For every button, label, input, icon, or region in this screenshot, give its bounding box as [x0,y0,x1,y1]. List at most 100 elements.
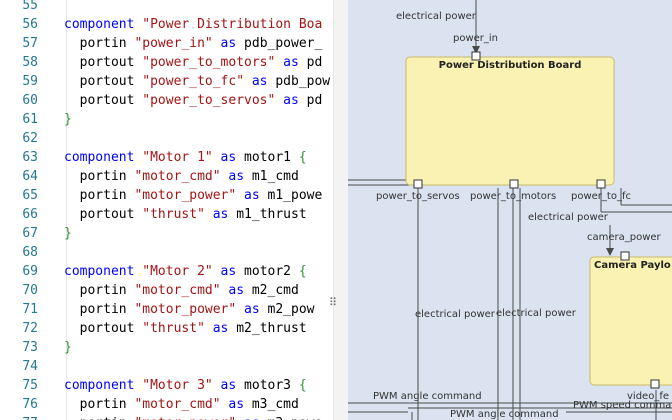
code-line[interactable]: } [64,224,72,243]
edge-label-pwm-angle-2: PWM angle command [450,409,559,420]
code-token: { [298,378,307,393]
code-line[interactable]: portout "power_to_motors" as pd [64,53,323,72]
code-line[interactable]: portin "motor_power" as m2_pow [64,300,315,319]
line-number: 62 [22,131,38,146]
code-token: "thrust" [142,321,205,336]
code-token: { [298,264,307,279]
code-token: "Motor 1" [142,150,213,165]
code-token: m2_cmd [251,283,299,298]
code-token: as [244,74,276,89]
code-line[interactable]: portout "thrust" as m2_thrust [64,319,307,338]
code-token: "motor_power" [134,188,237,203]
line-number: 58 [22,55,38,70]
port-camera-power[interactable] [620,251,630,261]
port-video-feed[interactable] [650,379,660,389]
line-number: 57 [22,36,38,51]
port-label-power-to-fc: power_to_fc [571,191,631,202]
code-token: component [64,264,143,279]
code-line[interactable]: portin "power_in" as pdb_power_ [64,34,323,53]
code-token: "motor_cmd" [134,397,221,412]
line-number: 60 [22,93,38,108]
code-token: motor2 [244,264,299,279]
code-line[interactable]: component "Power Distribution Boa [64,15,322,34]
camera-title: Camera Paylo [594,260,671,271]
code-token: m1_cmd [251,169,299,184]
edge-label-electrical-power-4: electrical power [496,308,577,319]
port-power-to-servos[interactable] [413,179,423,189]
code-line[interactable]: component "Motor 3" as motor3 { [64,376,307,395]
code-line[interactable]: portin "motor_power" as m1_powe [64,186,323,205]
code-token: } [64,112,72,127]
pdb-component-box[interactable] [405,56,615,186]
port-label-power-in: power_in [453,33,498,44]
code-token: as [204,207,237,222]
edge-label-pwm-angle-1: PWM angle command [373,391,482,402]
code-editor[interactable]: 55 56 57 58 59 60 61 62 63 64 65 66 67 68 69 70 71 72 73 74… [0,0,344,420]
code-token: component [64,378,143,393]
camera-component-box[interactable] [589,256,672,386]
code-token: component [64,150,143,165]
splitter-grip-icon[interactable]: ⠿ [328,295,338,311]
code-token: as [212,36,245,51]
code-token: as [236,416,267,420]
code-line[interactable]: portin "motor_cmd" as m3_cmd [64,395,299,414]
port-power-to-fc[interactable] [596,179,606,189]
code-line[interactable]: } [64,338,72,357]
code-token: as [212,378,245,393]
code-token: portin [64,302,135,317]
code-token: "motor_power" [134,302,237,317]
line-number: 67 [22,226,38,241]
port-power-in[interactable] [471,51,481,61]
line-number: 56 [22,17,38,32]
code-token: portin [64,36,135,51]
code-line[interactable]: portin "motor_cmd" as m2_cmd [64,281,299,300]
code-token: "motor_cmd" [134,169,221,184]
code-line[interactable]: } [64,110,72,129]
line-number: 63 [22,150,38,165]
code-token: "Motor 3" [142,378,213,393]
code-token: portin [64,188,135,203]
code-line[interactable]: component "Motor 1" as motor1 { [64,148,307,167]
edge-label-electrical-power: electrical power [396,11,477,22]
code-token: as [212,264,245,279]
pdb-title: Power Distribution Board [439,60,582,71]
line-number: 68 [22,245,38,260]
port-label-power-to-servos: power_to_servos [376,191,460,202]
port-power-to-motors[interactable] [509,179,519,189]
line-number: 74 [22,359,38,374]
code-token: pd [306,55,323,70]
pane-splitter[interactable] [333,0,348,420]
line-number: 77 [0,414,38,420]
code-token: portout [64,321,143,336]
code-token: "thrust" [142,207,205,222]
code-token: "Power Distribution Boa [142,17,323,32]
code-token: m3_powe [268,416,323,420]
code-line[interactable]: portout "power_to_servos" as pd [64,91,323,110]
code-token: "power_to_fc" [142,74,245,89]
diagram-canvas[interactable]: Power Distribution Board Camera Paylo el… [348,0,672,420]
code-token: } [64,226,72,241]
code-token: as [220,169,252,184]
line-number: 59 [22,74,38,89]
code-token: as [212,150,245,165]
code-token: { [298,150,307,165]
code-token: "motor_power" [134,416,236,420]
code-token: portout [64,207,143,222]
code-token: portin [64,416,134,420]
line-number: 73 [22,340,38,355]
code-token: portout [64,74,143,89]
code-line[interactable]: portin "motor_cmd" as m1_cmd [64,167,299,186]
code-line[interactable]: portin "motor_power" as m3_powe [64,414,323,420]
code-token: portout [64,93,143,108]
code-token: m2_pow [267,302,315,317]
line-number: 66 [22,207,38,222]
code-token: m3_cmd [251,397,299,412]
code-area[interactable]: component "Power Distribution Boa portin… [64,0,336,420]
line-number: 75 [22,378,38,393]
code-line[interactable]: portout "power_to_fc" as pdb_pow [64,72,331,91]
code-token: as [220,397,252,412]
line-number-gutter: 55 56 57 58 59 60 61 62 63 64 65 66 67 68 69 70 71 72 73 74… [0,0,48,420]
code-token: pdb_power_ [244,36,323,51]
code-line[interactable]: component "Motor 2" as motor2 { [64,262,307,281]
code-line[interactable]: portout "thrust" as m1_thrust [64,205,307,224]
